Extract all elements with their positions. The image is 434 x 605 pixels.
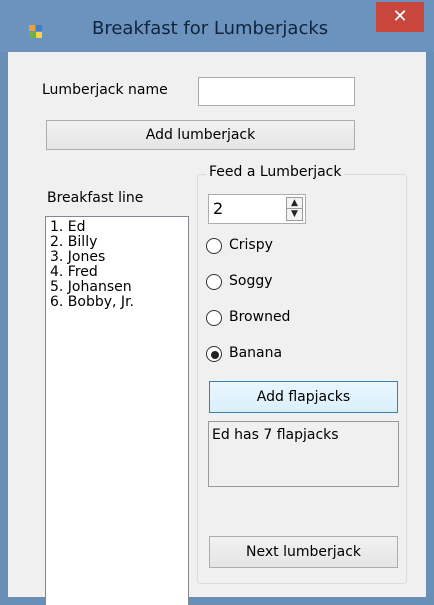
form-client-area: Lumberjack name Add lumberjack Breakfast…: [8, 52, 426, 605]
list-item[interactable]: 6. Bobby, Jr.: [50, 295, 184, 310]
breakfast-line-label: Breakfast line: [47, 190, 144, 206]
stepper-down-icon[interactable]: ▼: [287, 209, 302, 220]
app-icon: [29, 25, 42, 38]
radio-browned-label: Browned: [229, 309, 291, 325]
app-window: Breakfast for Lumberjacks ✕ Lumberjack n…: [0, 0, 434, 605]
lumberjack-name-input[interactable]: [198, 77, 355, 106]
flapjack-status-box: Ed has 7 flapjacks: [208, 421, 399, 487]
lumberjack-name-label: Lumberjack name: [42, 82, 168, 98]
window-title: Breakfast for Lumberjacks: [92, 18, 329, 39]
feed-lumberjack-group: Feed a Lumberjack 2 ▲ ▼ Crispy Soggy Bro…: [197, 164, 407, 584]
breakfast-line-list[interactable]: 1. Ed 2. Billy 3. Jones 4. Fred 5. Johan…: [45, 216, 189, 605]
stepper-buttons: ▲ ▼: [286, 197, 303, 221]
list-item[interactable]: 1. Ed: [50, 220, 184, 235]
radio-crispy-label: Crispy: [229, 237, 273, 253]
add-flapjacks-button[interactable]: Add flapjacks: [209, 381, 398, 413]
list-item[interactable]: 4. Fred: [50, 265, 184, 280]
radio-banana-circle: [206, 346, 222, 362]
next-lumberjack-button[interactable]: Next lumberjack: [209, 536, 398, 568]
radio-browned-circle: [206, 310, 222, 326]
radio-soggy-circle: [206, 274, 222, 290]
stepper-up-icon[interactable]: ▲: [287, 198, 302, 209]
radio-selected-dot: [211, 351, 219, 359]
add-lumberjack-button[interactable]: Add lumberjack: [46, 120, 355, 150]
list-item[interactable]: 3. Jones: [50, 250, 184, 265]
quantity-stepper[interactable]: 2 ▲ ▼: [208, 194, 306, 224]
feed-lumberjack-title: Feed a Lumberjack: [206, 164, 345, 180]
title-bar[interactable]: Breakfast for Lumberjacks ✕: [0, 0, 434, 52]
close-icon: ✕: [392, 6, 408, 27]
radio-soggy-label: Soggy: [229, 273, 273, 289]
radio-crispy-circle: [206, 238, 222, 254]
radio-banana-label: Banana: [229, 345, 283, 361]
list-item[interactable]: 5. Johansen: [50, 280, 184, 295]
close-button[interactable]: ✕: [376, 2, 424, 32]
flapjack-status-text: Ed has 7 flapjacks: [212, 427, 339, 443]
quantity-value: 2: [213, 199, 224, 218]
list-item[interactable]: 2. Billy: [50, 235, 184, 250]
